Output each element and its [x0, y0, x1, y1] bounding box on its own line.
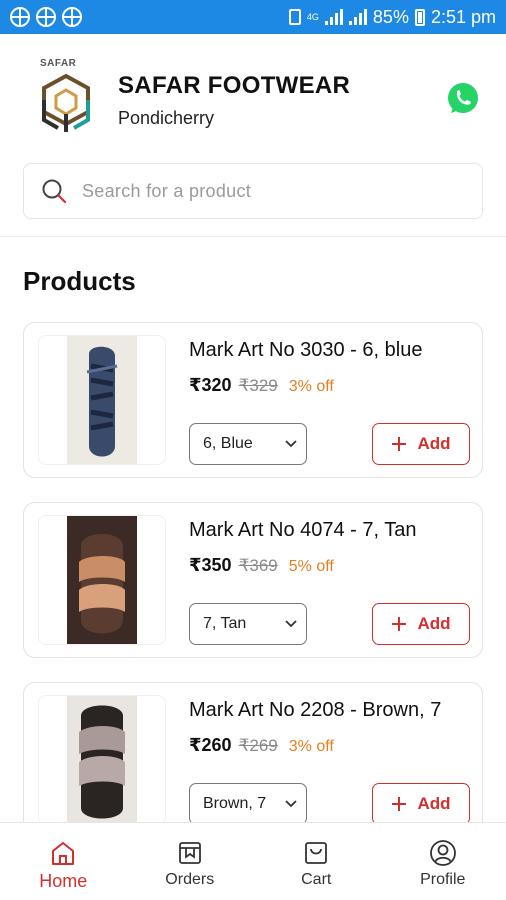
- app-notification-icon: [36, 7, 56, 27]
- nav-label: Cart: [301, 871, 332, 888]
- search-bar[interactable]: [23, 163, 483, 219]
- store-header: SAFAR SAFAR FOOTWEAR Pondicherry: [0, 34, 506, 144]
- plus-icon: [392, 617, 407, 631]
- search-icon: [42, 179, 67, 204]
- store-logo: SAFAR: [36, 58, 96, 134]
- logo-mark-icon: [42, 73, 90, 132]
- section-title: Products: [23, 266, 136, 296]
- nav-label: Orders: [165, 871, 215, 888]
- header-divider: [0, 236, 506, 237]
- store-name: SAFAR FOOTWEAR: [118, 72, 351, 99]
- notification-icons: [10, 7, 82, 27]
- discount-label: 3% off: [288, 378, 334, 395]
- add-to-cart-button[interactable]: Add: [372, 603, 470, 645]
- orders-icon: [178, 842, 201, 864]
- discount-label: 3% off: [288, 738, 334, 755]
- add-label: Add: [417, 794, 451, 813]
- chevron-down-icon: [285, 440, 297, 448]
- system-status: 4G 85% 2:51 pm: [288, 6, 496, 28]
- chevron-down-icon: [285, 620, 297, 628]
- price-row: ₹260 ₹269 3% off: [189, 735, 334, 756]
- logo-text: SAFAR: [40, 58, 77, 69]
- battery-percent: 85%: [372, 6, 409, 27]
- variant-value: Brown, 7: [203, 795, 267, 812]
- sandal-photo: [67, 336, 137, 464]
- variant-value: 7, Tan: [203, 615, 247, 632]
- add-to-cart-button[interactable]: Add: [372, 423, 470, 465]
- cart-icon: [305, 842, 328, 864]
- product-image[interactable]: [38, 515, 166, 645]
- sim-icon: [288, 9, 301, 25]
- nav-orders[interactable]: Orders: [127, 823, 254, 900]
- sandal-photo: [67, 696, 137, 824]
- whatsapp-icon[interactable]: [446, 82, 480, 116]
- profile-icon: [429, 840, 456, 866]
- variant-value: 6, Blue: [203, 435, 253, 452]
- original-price: ₹369: [238, 556, 278, 575]
- add-to-cart-button[interactable]: Add: [372, 783, 470, 825]
- signal-icon: [324, 9, 343, 25]
- battery-icon: [414, 8, 425, 26]
- selling-price: ₹260: [189, 735, 232, 755]
- product-card[interactable]: Mark Art No 2208 - Brown, 7 ₹260 ₹269 3%…: [23, 682, 483, 838]
- nav-label: Home: [39, 871, 88, 891]
- variant-select[interactable]: 7, Tan: [189, 603, 307, 645]
- variant-select[interactable]: 6, Blue: [189, 423, 307, 465]
- app-notification-icon: [10, 7, 30, 27]
- price-row: ₹320 ₹329 3% off: [189, 375, 334, 396]
- search-input[interactable]: [82, 180, 452, 202]
- selling-price: ₹350: [189, 555, 232, 575]
- home-icon: [52, 842, 75, 865]
- add-label: Add: [417, 614, 451, 633]
- nav-home[interactable]: Home: [0, 823, 127, 900]
- original-price: ₹269: [238, 736, 278, 755]
- product-card[interactable]: Mark Art No 4074 - 7, Tan ₹350 ₹369 5% o…: [23, 502, 483, 658]
- status-bar: 4G 85% 2:51 pm: [0, 0, 506, 34]
- nav-label: Profile: [420, 871, 466, 888]
- sandal-photo: [67, 516, 137, 644]
- variant-select[interactable]: Brown, 7: [189, 783, 307, 825]
- product-name[interactable]: Mark Art No 2208 - Brown, 7: [189, 699, 441, 722]
- chevron-down-icon: [285, 800, 297, 808]
- store-location: Pondicherry: [118, 108, 215, 128]
- clock: 2:51 pm: [430, 6, 496, 27]
- discount-label: 5% off: [288, 558, 334, 575]
- bottom-navigation: Home Orders Cart Profile: [0, 822, 506, 900]
- product-image[interactable]: [38, 695, 166, 825]
- nav-cart[interactable]: Cart: [253, 823, 380, 900]
- original-price: ₹329: [238, 376, 278, 395]
- product-card[interactable]: Mark Art No 3030 - 6, blue ₹320 ₹329 3% …: [23, 322, 483, 478]
- network-type-label: 4G: [306, 11, 319, 22]
- product-name[interactable]: Mark Art No 3030 - 6, blue: [189, 339, 422, 362]
- app-notification-icon: [62, 7, 82, 27]
- add-label: Add: [417, 434, 451, 453]
- signal-icon: [348, 9, 367, 25]
- price-row: ₹350 ₹369 5% off: [189, 555, 334, 576]
- nav-profile[interactable]: Profile: [380, 823, 506, 900]
- product-name[interactable]: Mark Art No 4074 - 7, Tan: [189, 519, 417, 542]
- selling-price: ₹320: [189, 375, 232, 395]
- product-image[interactable]: [38, 335, 166, 465]
- plus-icon: [392, 437, 407, 451]
- plus-icon: [392, 797, 407, 811]
